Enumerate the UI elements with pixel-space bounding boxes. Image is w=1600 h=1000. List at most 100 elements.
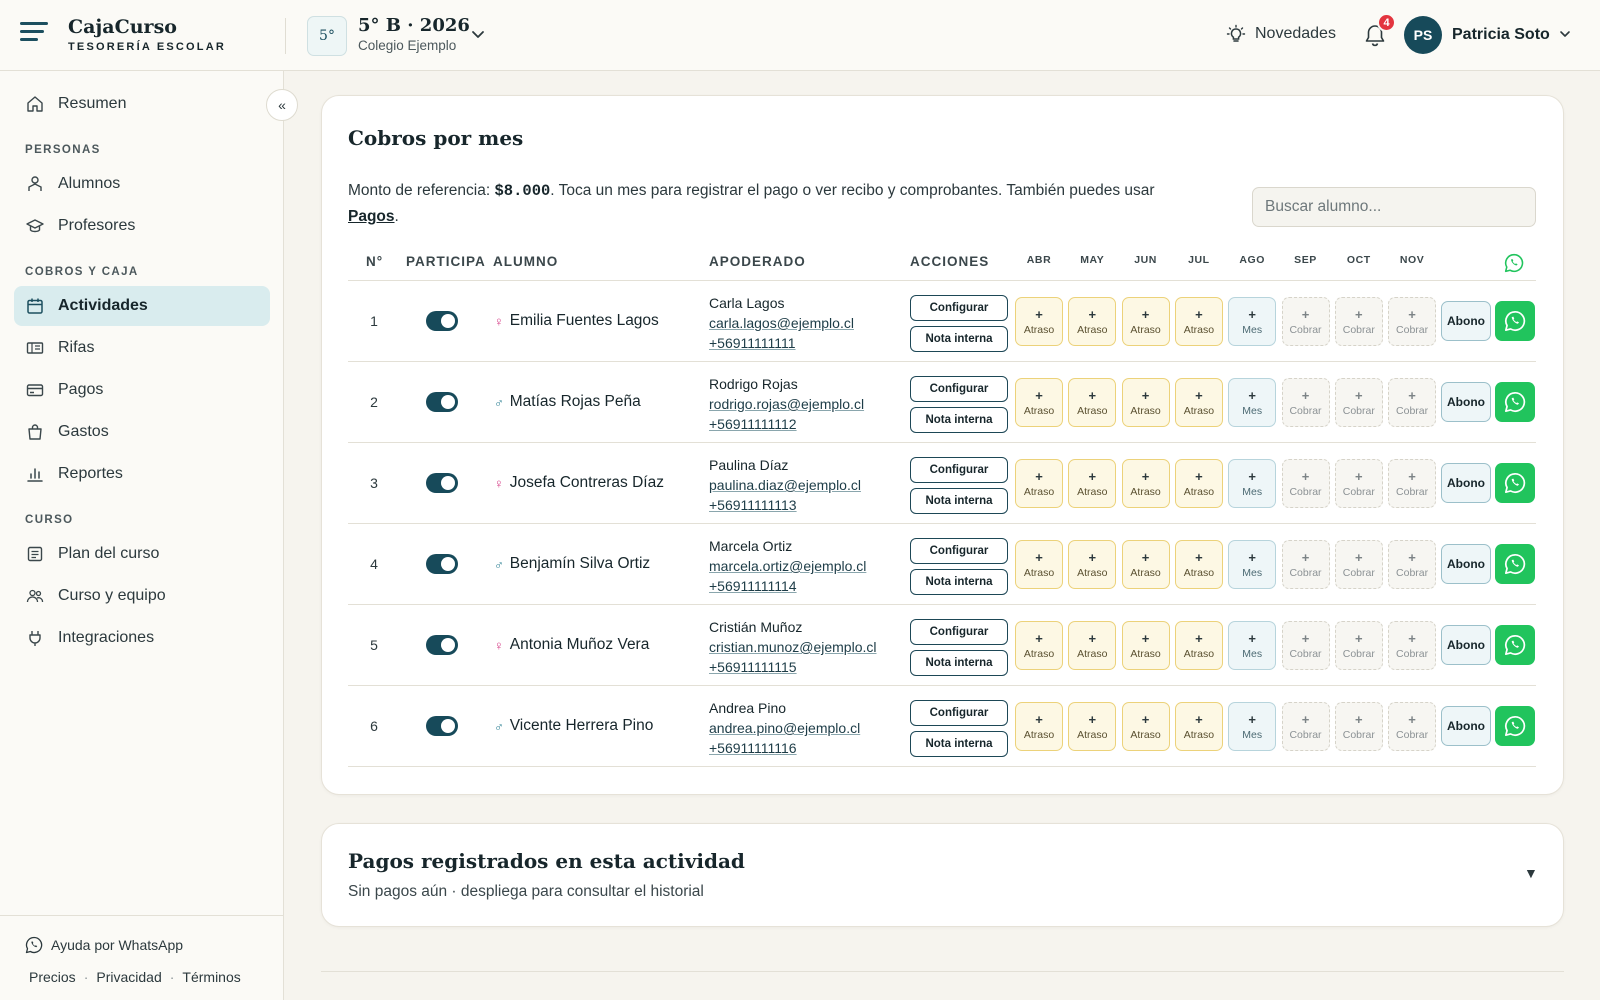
month-cell-abr[interactable]: + Atraso xyxy=(1015,621,1063,670)
month-cell-jun[interactable]: + Atraso xyxy=(1121,378,1170,427)
month-cell-sep[interactable]: + Cobrar xyxy=(1281,540,1330,589)
month-cell-ago[interactable]: + Mes xyxy=(1228,378,1277,427)
sidebar-item-profesores[interactable]: Profesores xyxy=(14,206,270,246)
month-cell-jun[interactable]: + Atraso xyxy=(1121,621,1170,670)
footer-link-terminos[interactable]: Términos xyxy=(182,969,240,985)
whatsapp-button[interactable] xyxy=(1495,625,1535,665)
month-cell-oct[interactable]: + Cobrar xyxy=(1334,297,1383,346)
student-name[interactable]: ♀ Emilia Fuentes Lagos xyxy=(494,281,659,361)
guardian-email-link[interactable]: andrea.pino@ejemplo.cl xyxy=(709,718,860,738)
month-cell-may[interactable]: + Atraso xyxy=(1068,459,1117,508)
sidebar-item-actividades[interactable]: Actividades xyxy=(14,286,270,326)
month-cell-jun[interactable]: + Atraso xyxy=(1121,540,1170,589)
month-cell-abr[interactable]: + Atraso xyxy=(1015,540,1063,589)
month-cell-sep[interactable]: + Cobrar xyxy=(1281,378,1330,427)
footer-link-privacidad[interactable]: Privacidad xyxy=(96,969,161,985)
month-cell-nov[interactable]: + Cobrar xyxy=(1388,702,1437,751)
sidebar-item-resumen[interactable]: Resumen xyxy=(14,84,270,124)
month-cell-may[interactable]: + Atraso xyxy=(1068,702,1117,751)
configure-button[interactable]: Configurar xyxy=(910,376,1008,402)
internal-note-button[interactable]: Nota interna xyxy=(910,569,1008,595)
sidebar-item-gastos[interactable]: Gastos xyxy=(14,412,270,452)
month-cell-oct[interactable]: + Cobrar xyxy=(1334,459,1383,508)
collapse-sidebar-icon[interactable]: « xyxy=(266,89,298,121)
brand[interactable]: CajaCurso TESORERÍA ESCOLAR xyxy=(68,16,226,53)
whatsapp-button[interactable] xyxy=(1495,301,1535,341)
guardian-phone-link[interactable]: +56911111112 xyxy=(709,414,864,434)
course-selector[interactable]: 5° B · 2026 Colegio Ejemplo xyxy=(358,15,470,53)
guardian-phone-link[interactable]: +56911111113 xyxy=(709,495,861,515)
month-cell-nov[interactable]: + Cobrar xyxy=(1388,378,1437,427)
user-name[interactable]: Patricia Soto xyxy=(1452,26,1550,44)
guardian-phone-link[interactable]: +56911111111 xyxy=(709,333,854,353)
configure-button[interactable]: Configurar xyxy=(910,700,1008,726)
month-cell-jun[interactable]: + Atraso xyxy=(1121,297,1170,346)
participa-toggle[interactable] xyxy=(426,473,458,493)
configure-button[interactable]: Configurar xyxy=(910,619,1008,645)
month-cell-ago[interactable]: + Mes xyxy=(1228,702,1277,751)
configure-button[interactable]: Configurar xyxy=(910,538,1008,564)
guardian-email-link[interactable]: cristian.munoz@ejemplo.cl xyxy=(709,637,877,657)
month-cell-jul[interactable]: + Atraso xyxy=(1174,459,1223,508)
pagos-link[interactable]: Pagos xyxy=(348,208,395,225)
sidebar-item-reportes[interactable]: Reportes xyxy=(14,454,270,494)
participa-toggle[interactable] xyxy=(426,716,458,736)
guardian-email-link[interactable]: paulina.diaz@ejemplo.cl xyxy=(709,475,861,495)
student-name[interactable]: ♀ Josefa Contreras Díaz xyxy=(494,443,664,523)
abono-button[interactable]: Abono xyxy=(1441,463,1491,503)
search-input[interactable] xyxy=(1252,187,1536,227)
sidebar-item-integraciones[interactable]: Integraciones xyxy=(14,618,270,658)
student-name[interactable]: ♀ Antonia Muñoz Vera xyxy=(494,605,649,685)
month-cell-nov[interactable]: + Cobrar xyxy=(1388,459,1437,508)
whatsapp-button[interactable] xyxy=(1495,544,1535,584)
configure-button[interactable]: Configurar xyxy=(910,457,1008,483)
month-cell-abr[interactable]: + Atraso xyxy=(1015,297,1063,346)
internal-note-button[interactable]: Nota interna xyxy=(910,488,1008,514)
guardian-phone-link[interactable]: +56911111115 xyxy=(709,657,877,677)
participa-toggle[interactable] xyxy=(426,311,458,331)
sidebar-item-pagos[interactable]: Pagos xyxy=(14,370,270,410)
month-cell-sep[interactable]: + Cobrar xyxy=(1281,702,1330,751)
chevron-down-icon[interactable] xyxy=(1558,27,1572,41)
month-cell-abr[interactable]: + Atraso xyxy=(1015,459,1063,508)
news-button[interactable]: Novedades xyxy=(1226,24,1336,44)
chevron-down-icon[interactable] xyxy=(470,26,486,42)
guardian-email-link[interactable]: marcela.ortiz@ejemplo.cl xyxy=(709,556,866,576)
month-cell-nov[interactable]: + Cobrar xyxy=(1388,540,1437,589)
month-cell-jun[interactable]: + Atraso xyxy=(1121,459,1170,508)
month-cell-jul[interactable]: + Atraso xyxy=(1174,540,1223,589)
sidebar-item-plan-del-curso[interactable]: Plan del curso xyxy=(14,534,270,574)
month-cell-may[interactable]: + Atraso xyxy=(1068,378,1117,427)
month-cell-may[interactable]: + Atraso xyxy=(1068,297,1117,346)
abono-button[interactable]: Abono xyxy=(1441,706,1491,746)
guardian-phone-link[interactable]: +56911111116 xyxy=(709,738,860,758)
month-cell-oct[interactable]: + Cobrar xyxy=(1334,540,1383,589)
month-cell-jun[interactable]: + Atraso xyxy=(1121,702,1170,751)
whatsapp-help-link[interactable]: Ayuda por WhatsApp xyxy=(25,936,183,954)
guardian-email-link[interactable]: rodrigo.rojas@ejemplo.cl xyxy=(709,394,864,414)
participa-toggle[interactable] xyxy=(426,635,458,655)
avatar[interactable]: PS xyxy=(1404,16,1442,54)
month-cell-sep[interactable]: + Cobrar xyxy=(1281,297,1330,346)
abono-button[interactable]: Abono xyxy=(1441,301,1491,341)
payments-card[interactable] xyxy=(321,823,1564,927)
month-cell-jul[interactable]: + Atraso xyxy=(1174,297,1223,346)
month-cell-oct[interactable]: + Cobrar xyxy=(1334,378,1383,427)
month-cell-ago[interactable]: + Mes xyxy=(1228,297,1277,346)
configure-button[interactable]: Configurar xyxy=(910,295,1008,321)
month-cell-jul[interactable]: + Atraso xyxy=(1174,621,1223,670)
month-cell-sep[interactable]: + Cobrar xyxy=(1281,459,1330,508)
month-cell-oct[interactable]: + Cobrar xyxy=(1334,621,1383,670)
whatsapp-button[interactable] xyxy=(1495,706,1535,746)
month-cell-abr[interactable]: + Atraso xyxy=(1015,378,1063,427)
student-name[interactable]: ♂ Benjamín Silva Ortiz xyxy=(494,524,650,604)
guardian-phone-link[interactable]: +56911111114 xyxy=(709,576,866,596)
month-cell-may[interactable]: + Atraso xyxy=(1068,540,1117,589)
sidebar-item-curso-y-equipo[interactable]: Curso y equipo xyxy=(14,576,270,616)
month-cell-ago[interactable]: + Mes xyxy=(1228,540,1277,589)
sidebar-item-alumnos[interactable]: Alumnos xyxy=(14,164,270,204)
internal-note-button[interactable]: Nota interna xyxy=(910,731,1008,757)
abono-button[interactable]: Abono xyxy=(1441,382,1491,422)
month-cell-nov[interactable]: + Cobrar xyxy=(1388,621,1437,670)
month-cell-nov[interactable]: + Cobrar xyxy=(1388,297,1437,346)
